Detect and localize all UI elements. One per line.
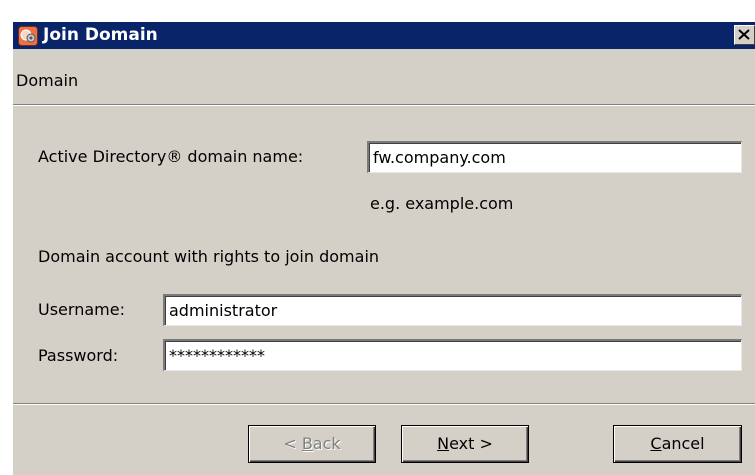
header-divider bbox=[13, 104, 755, 106]
footer-divider bbox=[13, 403, 755, 405]
domain-app-icon bbox=[18, 26, 38, 46]
domain-name-label: Active Directory® domain name: bbox=[38, 147, 304, 166]
back-mnemonic: B bbox=[301, 434, 313, 453]
section-header: Domain bbox=[16, 71, 79, 90]
window-title: Join Domain bbox=[43, 25, 158, 45]
domain-name-hint: e.g. example.com bbox=[370, 194, 514, 213]
password-label: Password: bbox=[38, 346, 119, 365]
title-bar[interactable]: Join Domain bbox=[13, 22, 755, 49]
cancel-button[interactable]: Cancel bbox=[613, 425, 742, 463]
close-icon bbox=[738, 29, 750, 40]
username-label: Username: bbox=[38, 300, 125, 319]
close-button[interactable] bbox=[734, 25, 755, 45]
cancel-mnemonic: C bbox=[650, 434, 662, 453]
next-button[interactable]: Next > bbox=[401, 425, 529, 463]
account-heading: Domain account with rights to join domai… bbox=[38, 247, 380, 266]
back-button[interactable]: < Back bbox=[248, 425, 376, 463]
back-prefix: < bbox=[283, 434, 302, 453]
next-mnemonic: N bbox=[437, 434, 450, 453]
password-input[interactable] bbox=[163, 339, 742, 371]
next-rest: ext > bbox=[449, 434, 493, 453]
join-domain-dialog: Join Domain Domain Active Directory® dom… bbox=[12, 21, 755, 475]
back-rest: ack bbox=[312, 434, 341, 453]
domain-name-input[interactable] bbox=[367, 141, 742, 173]
cancel-rest: ancel bbox=[661, 434, 705, 453]
username-input[interactable] bbox=[163, 294, 742, 326]
